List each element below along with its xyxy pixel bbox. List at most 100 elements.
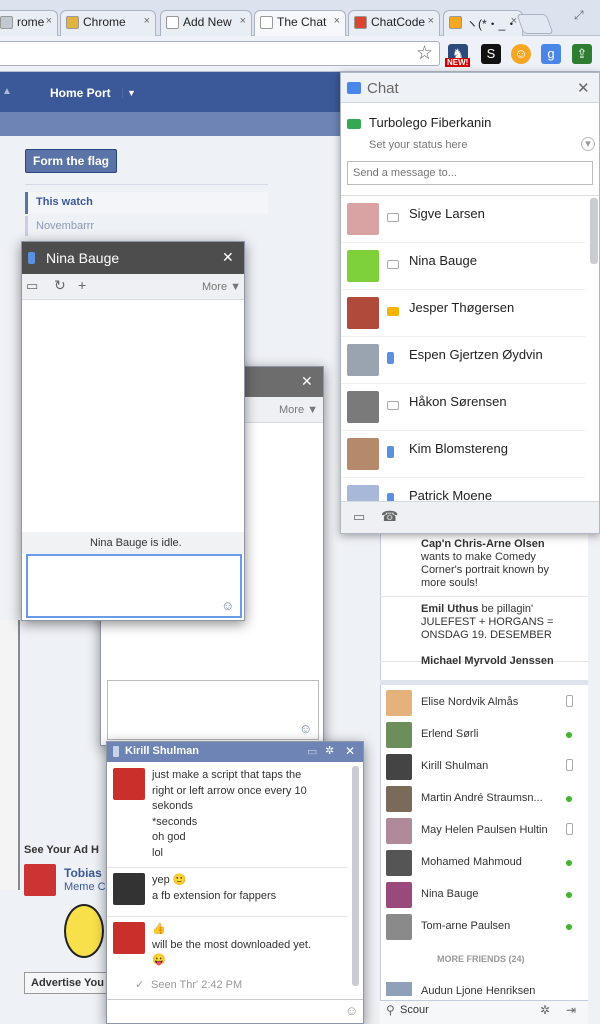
message-to-placeholder: Send a message to... bbox=[353, 167, 457, 179]
message-line: just make a script that taps the bbox=[152, 769, 302, 781]
tab-label: ChatCode bbox=[371, 15, 426, 29]
back-window-close-icon[interactable]: ✕ bbox=[301, 373, 313, 390]
online-dot-icon bbox=[566, 796, 572, 802]
browser-tab[interactable]: rome × bbox=[0, 10, 58, 36]
sidebar-popout-icon[interactable]: ⇥ bbox=[566, 1003, 576, 1017]
sidebar-friend[interactable]: Martin André Straumsn... bbox=[380, 784, 580, 816]
nina-window-close-icon[interactable]: ✕ bbox=[222, 249, 234, 266]
chat-friend-row[interactable]: Sigve Larsen bbox=[341, 196, 585, 243]
bookmark-star-icon[interactable]: ☆ bbox=[416, 42, 433, 65]
avatar bbox=[347, 391, 379, 423]
tab-favicon-icon bbox=[0, 16, 13, 29]
chat-popup-header: Chat ✕ bbox=[341, 73, 599, 103]
video-call-icon[interactable]: ▭ bbox=[26, 278, 38, 294]
online-dot-icon bbox=[566, 732, 572, 738]
message-group: yep 🙂 a fb extension for fappers bbox=[152, 873, 347, 904]
chat-friend-row[interactable]: Espen Gjertzen Øydvin bbox=[341, 337, 585, 384]
sidebar-friend[interactable]: Kirill Shulman bbox=[380, 752, 580, 784]
phone-call-icon[interactable]: ↻ bbox=[54, 277, 66, 294]
extension-upload-icon[interactable]: ⇪ bbox=[572, 44, 592, 64]
browser-tab[interactable]: ヽ(*・_・ × bbox=[443, 10, 523, 36]
nina-window-header[interactable]: Nina Bauge ✕ bbox=[22, 242, 244, 274]
kirill-settings-icon[interactable]: ✲ bbox=[325, 744, 334, 757]
kirill-video-icon[interactable]: ▭ bbox=[307, 745, 317, 758]
nina-window-toolbar: ▭ ↻ + More ▼ bbox=[22, 274, 244, 300]
tab-close-icon[interactable]: × bbox=[46, 15, 52, 27]
nav-dropdown-icon[interactable]: ▼ bbox=[122, 88, 136, 98]
chat-friend-row[interactable]: Nina Bauge bbox=[341, 243, 585, 290]
sidebar-friend-name: May Helen Paulsen Hultin bbox=[421, 824, 548, 836]
fullscreen-icon[interactable]: ⤢ bbox=[574, 8, 584, 23]
tab-close-icon[interactable]: × bbox=[428, 15, 434, 27]
back-window-emoticon-icon[interactable]: ☺ bbox=[299, 721, 312, 736]
kirill-scrollbar[interactable] bbox=[352, 766, 359, 986]
ticker-story[interactable]: Emil Uthus be pillagin' JULEFEST + HORGA… bbox=[421, 603, 571, 642]
ticker-story[interactable]: Cap'n Chris-Arne Olsen wants to make Com… bbox=[421, 538, 571, 590]
kirill-window-title: Kirill Shulman bbox=[125, 745, 199, 757]
sidebar-friend[interactable]: Nina Bauge bbox=[380, 880, 580, 912]
nina-emoticon-icon[interactable]: ☺ bbox=[221, 598, 234, 613]
chat-footer-message-icon[interactable]: ▭ bbox=[353, 509, 365, 525]
browser-tab[interactable]: ChatCode × bbox=[348, 10, 440, 36]
extension-s-icon[interactable]: S bbox=[481, 44, 501, 64]
address-bar[interactable] bbox=[0, 41, 440, 66]
nav-arrow-icon: ▲ bbox=[2, 86, 12, 97]
chat-friend-row[interactable]: Håkon Sørensen bbox=[341, 384, 585, 431]
sidebar-search-input[interactable]: Scour bbox=[400, 1004, 429, 1016]
avatar bbox=[386, 818, 412, 844]
chat-status-icon bbox=[387, 260, 399, 269]
chat-friend-name: Patrick Moene bbox=[409, 488, 493, 501]
nina-chat-window: Nina Bauge ✕ ▭ ↻ + More ▼ Nina Bauge is … bbox=[21, 241, 245, 621]
form-flag-button[interactable]: Form the flag bbox=[25, 149, 118, 173]
kirill-emoticon-icon[interactable]: ☺ bbox=[345, 1003, 358, 1018]
chat-friend-scrollbar[interactable] bbox=[590, 198, 598, 264]
sidebar-friend[interactable]: Mohamed Mahmoud bbox=[380, 848, 580, 880]
chat-friend-row[interactable]: Patrick Moene bbox=[341, 478, 585, 501]
tab-close-icon[interactable]: × bbox=[240, 15, 246, 27]
sidebar-settings-icon[interactable]: ✲ bbox=[540, 1003, 550, 1017]
kirill-message-input[interactable] bbox=[107, 999, 363, 1023]
nina-idle-text: Nina Bauge is idle. bbox=[90, 537, 182, 549]
chat-friend-name: Nina Bauge bbox=[409, 253, 477, 268]
back-window-more[interactable]: More ▼ bbox=[279, 404, 318, 416]
extension-smiley-icon[interactable]: ☺ bbox=[511, 44, 531, 64]
browser-tab[interactable]: Chrome × bbox=[60, 10, 156, 36]
sidebar-friend-name: Erlend Sørli bbox=[421, 728, 479, 740]
add-friend-icon[interactable]: + bbox=[78, 277, 86, 293]
ticker-text: wants to make Comedy Corner's portrait k… bbox=[421, 551, 550, 589]
nav-home-link[interactable]: Home Port bbox=[50, 86, 111, 100]
tab-close-icon[interactable]: × bbox=[144, 15, 150, 27]
nina-message-input[interactable] bbox=[26, 554, 242, 618]
tab-close-icon[interactable]: × bbox=[511, 15, 517, 27]
kirill-close-icon[interactable]: ✕ bbox=[345, 744, 355, 758]
sidebar-friend[interactable]: May Helen Paulsen Hultin bbox=[380, 816, 580, 848]
sidebar-search-icon: ⚲ bbox=[386, 1003, 395, 1017]
status-dropdown-icon[interactable]: ▾ bbox=[581, 137, 595, 151]
sidebar-friend[interactable]: Erlend Sørli bbox=[380, 720, 580, 752]
novembarrr-link[interactable]: Novembarrr bbox=[25, 216, 268, 236]
kirill-window-header[interactable]: Kirill Shulman ▭ ✲ ✕ bbox=[107, 742, 363, 762]
extension-google-icon[interactable]: g bbox=[541, 44, 561, 64]
browser-tab[interactable]: The Chat × bbox=[254, 10, 346, 36]
browser-tab[interactable]: Add New × bbox=[160, 10, 252, 36]
message-to-input[interactable]: Send a message to... bbox=[347, 161, 593, 185]
chat-popup-close-icon[interactable]: ✕ bbox=[577, 79, 590, 97]
tab-close-icon[interactable]: × bbox=[334, 15, 340, 27]
sidebar-friend[interactable]: Elise Nordvik Almås bbox=[380, 688, 580, 720]
ad-name[interactable]: Tobias bbox=[64, 866, 102, 880]
more-friend-name[interactable]: Audun Ljone Henriksen bbox=[421, 985, 535, 997]
ad-sub: Meme C bbox=[64, 881, 106, 893]
back-window-input[interactable] bbox=[107, 680, 319, 740]
sidebar-friend[interactable]: Tom-arne Paulsen bbox=[380, 912, 580, 944]
nina-window-more[interactable]: More ▼ bbox=[202, 281, 241, 293]
tab-label: Chrome bbox=[83, 15, 126, 29]
status-input[interactable]: Set your status here bbox=[369, 139, 467, 151]
chat-footer-phone-icon[interactable]: ☎ bbox=[381, 508, 398, 525]
avatar bbox=[386, 882, 412, 908]
advertise-button[interactable]: Advertise You bbox=[24, 972, 108, 994]
chat-friend-row[interactable]: Kim Blomstereng bbox=[341, 431, 585, 478]
avatar bbox=[347, 203, 379, 235]
ticker-story[interactable]: Michael Myrvold Jenssen bbox=[421, 655, 571, 668]
chat-friend-row[interactable]: Jesper Thøgersen bbox=[341, 290, 585, 337]
watch-link-active[interactable]: This watch bbox=[25, 192, 268, 214]
